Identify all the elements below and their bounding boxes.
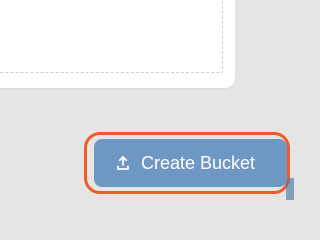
drop-zone[interactable] <box>0 0 223 73</box>
page: Create Bucket <box>0 0 294 200</box>
upload-icon <box>115 155 131 171</box>
create-bucket-button[interactable]: Create Bucket <box>94 139 287 187</box>
corner-strip <box>286 178 294 200</box>
create-bucket-label: Create Bucket <box>141 153 256 173</box>
